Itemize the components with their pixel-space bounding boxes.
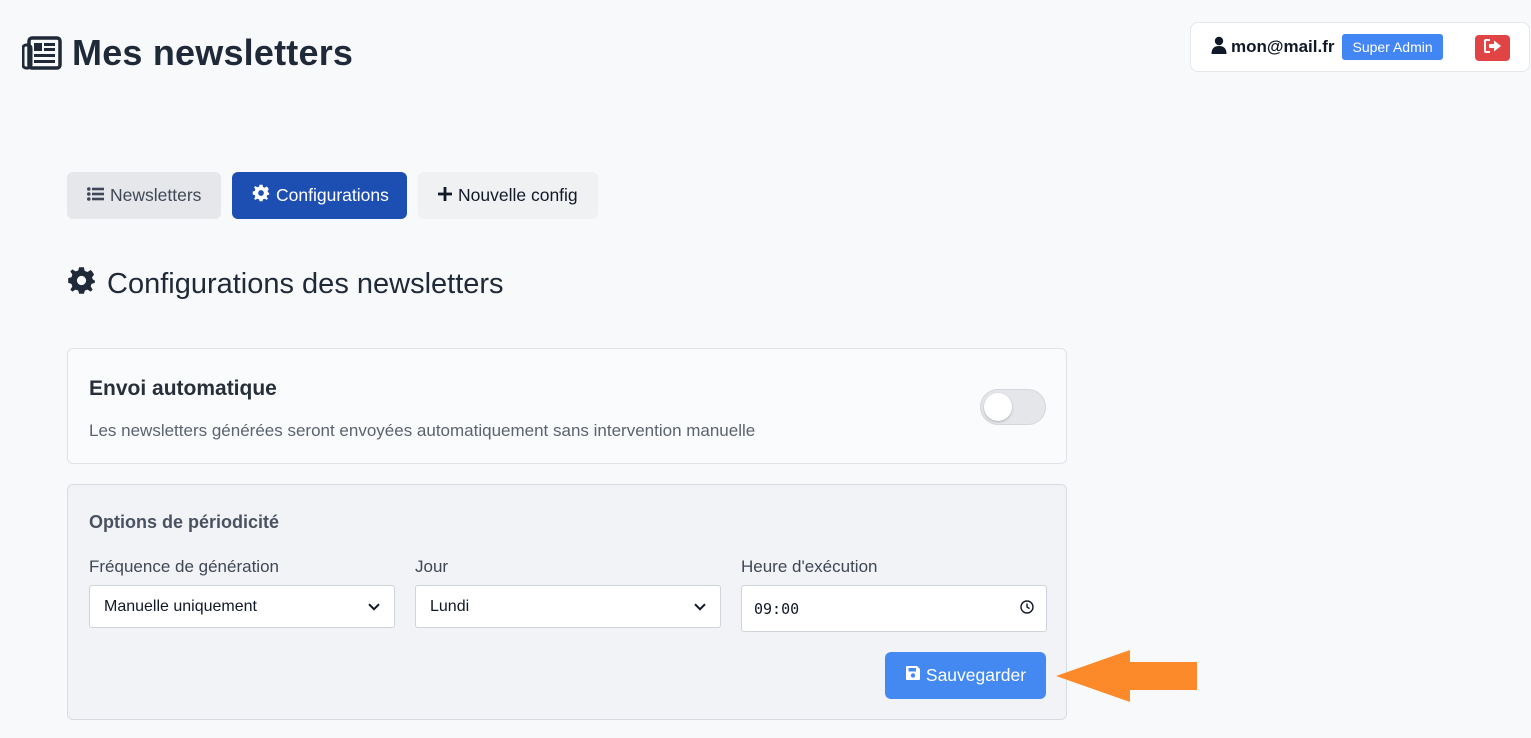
periodicity-title: Options de périodicité — [89, 512, 280, 532]
page-title: Mes newsletters — [22, 32, 353, 74]
tab-configurations[interactable]: Configurations — [232, 172, 407, 219]
plus-icon — [438, 185, 452, 206]
periodicity-card: Options de périodicité Fréquence de géné… — [67, 484, 1067, 720]
page-title-text: Mes newsletters — [72, 32, 354, 73]
time-value: 09:00 — [754, 599, 800, 618]
frequency-value: Manuelle uniquement — [104, 597, 257, 615]
day-label: Jour — [415, 557, 449, 576]
user-info: mon@mail.fr — [1211, 36, 1334, 59]
section-title-text: Configurations des newsletters — [107, 268, 504, 300]
chevron-down-icon — [694, 598, 706, 616]
sign-out-icon — [1483, 38, 1502, 58]
auto-send-toggle[interactable] — [980, 389, 1046, 425]
annotation-arrow — [1054, 648, 1199, 709]
clock-icon[interactable] — [1020, 599, 1034, 618]
section-title: Configurations des newsletters — [67, 266, 504, 303]
role-badge: Super Admin — [1342, 34, 1443, 60]
save-label: Sauvegarder — [925, 665, 1027, 685]
frequency-select[interactable]: Manuelle uniquement — [89, 585, 395, 628]
time-input[interactable]: 09:00 — [741, 585, 1047, 632]
tab-label: Newsletters — [110, 185, 202, 205]
list-icon — [87, 185, 104, 206]
floppy-disk-icon — [905, 665, 921, 686]
tab-new-config[interactable]: Nouvelle config — [418, 172, 598, 219]
newspaper-icon — [22, 36, 62, 70]
auto-send-description: Les newsletters générées seront envoyées… — [89, 421, 756, 440]
auto-send-title: Envoi automatique — [89, 377, 277, 400]
day-value: Lundi — [430, 597, 470, 615]
chevron-down-icon — [368, 598, 380, 616]
user-panel: mon@mail.fr Super Admin — [1190, 22, 1530, 72]
user-icon — [1211, 36, 1227, 59]
auto-send-card: Envoi automatique Les newsletters généré… — [67, 348, 1067, 464]
tab-newsletters[interactable]: Newsletters — [67, 172, 221, 219]
user-email: mon@mail.fr — [1231, 37, 1335, 56]
frequency-label: Fréquence de génération — [89, 557, 279, 576]
save-button[interactable]: Sauvegarder — [885, 652, 1046, 699]
gear-icon — [67, 266, 96, 303]
gear-icon — [252, 184, 270, 207]
toggle-knob — [984, 393, 1012, 421]
logout-button[interactable] — [1475, 35, 1510, 61]
tab-label: Configurations — [276, 185, 389, 205]
time-label: Heure d'exécution — [741, 557, 878, 576]
tab-label: Nouvelle config — [458, 185, 578, 205]
tab-bar: Newsletters Configurations Nouvelle conf… — [67, 172, 598, 219]
day-select[interactable]: Lundi — [415, 585, 721, 628]
